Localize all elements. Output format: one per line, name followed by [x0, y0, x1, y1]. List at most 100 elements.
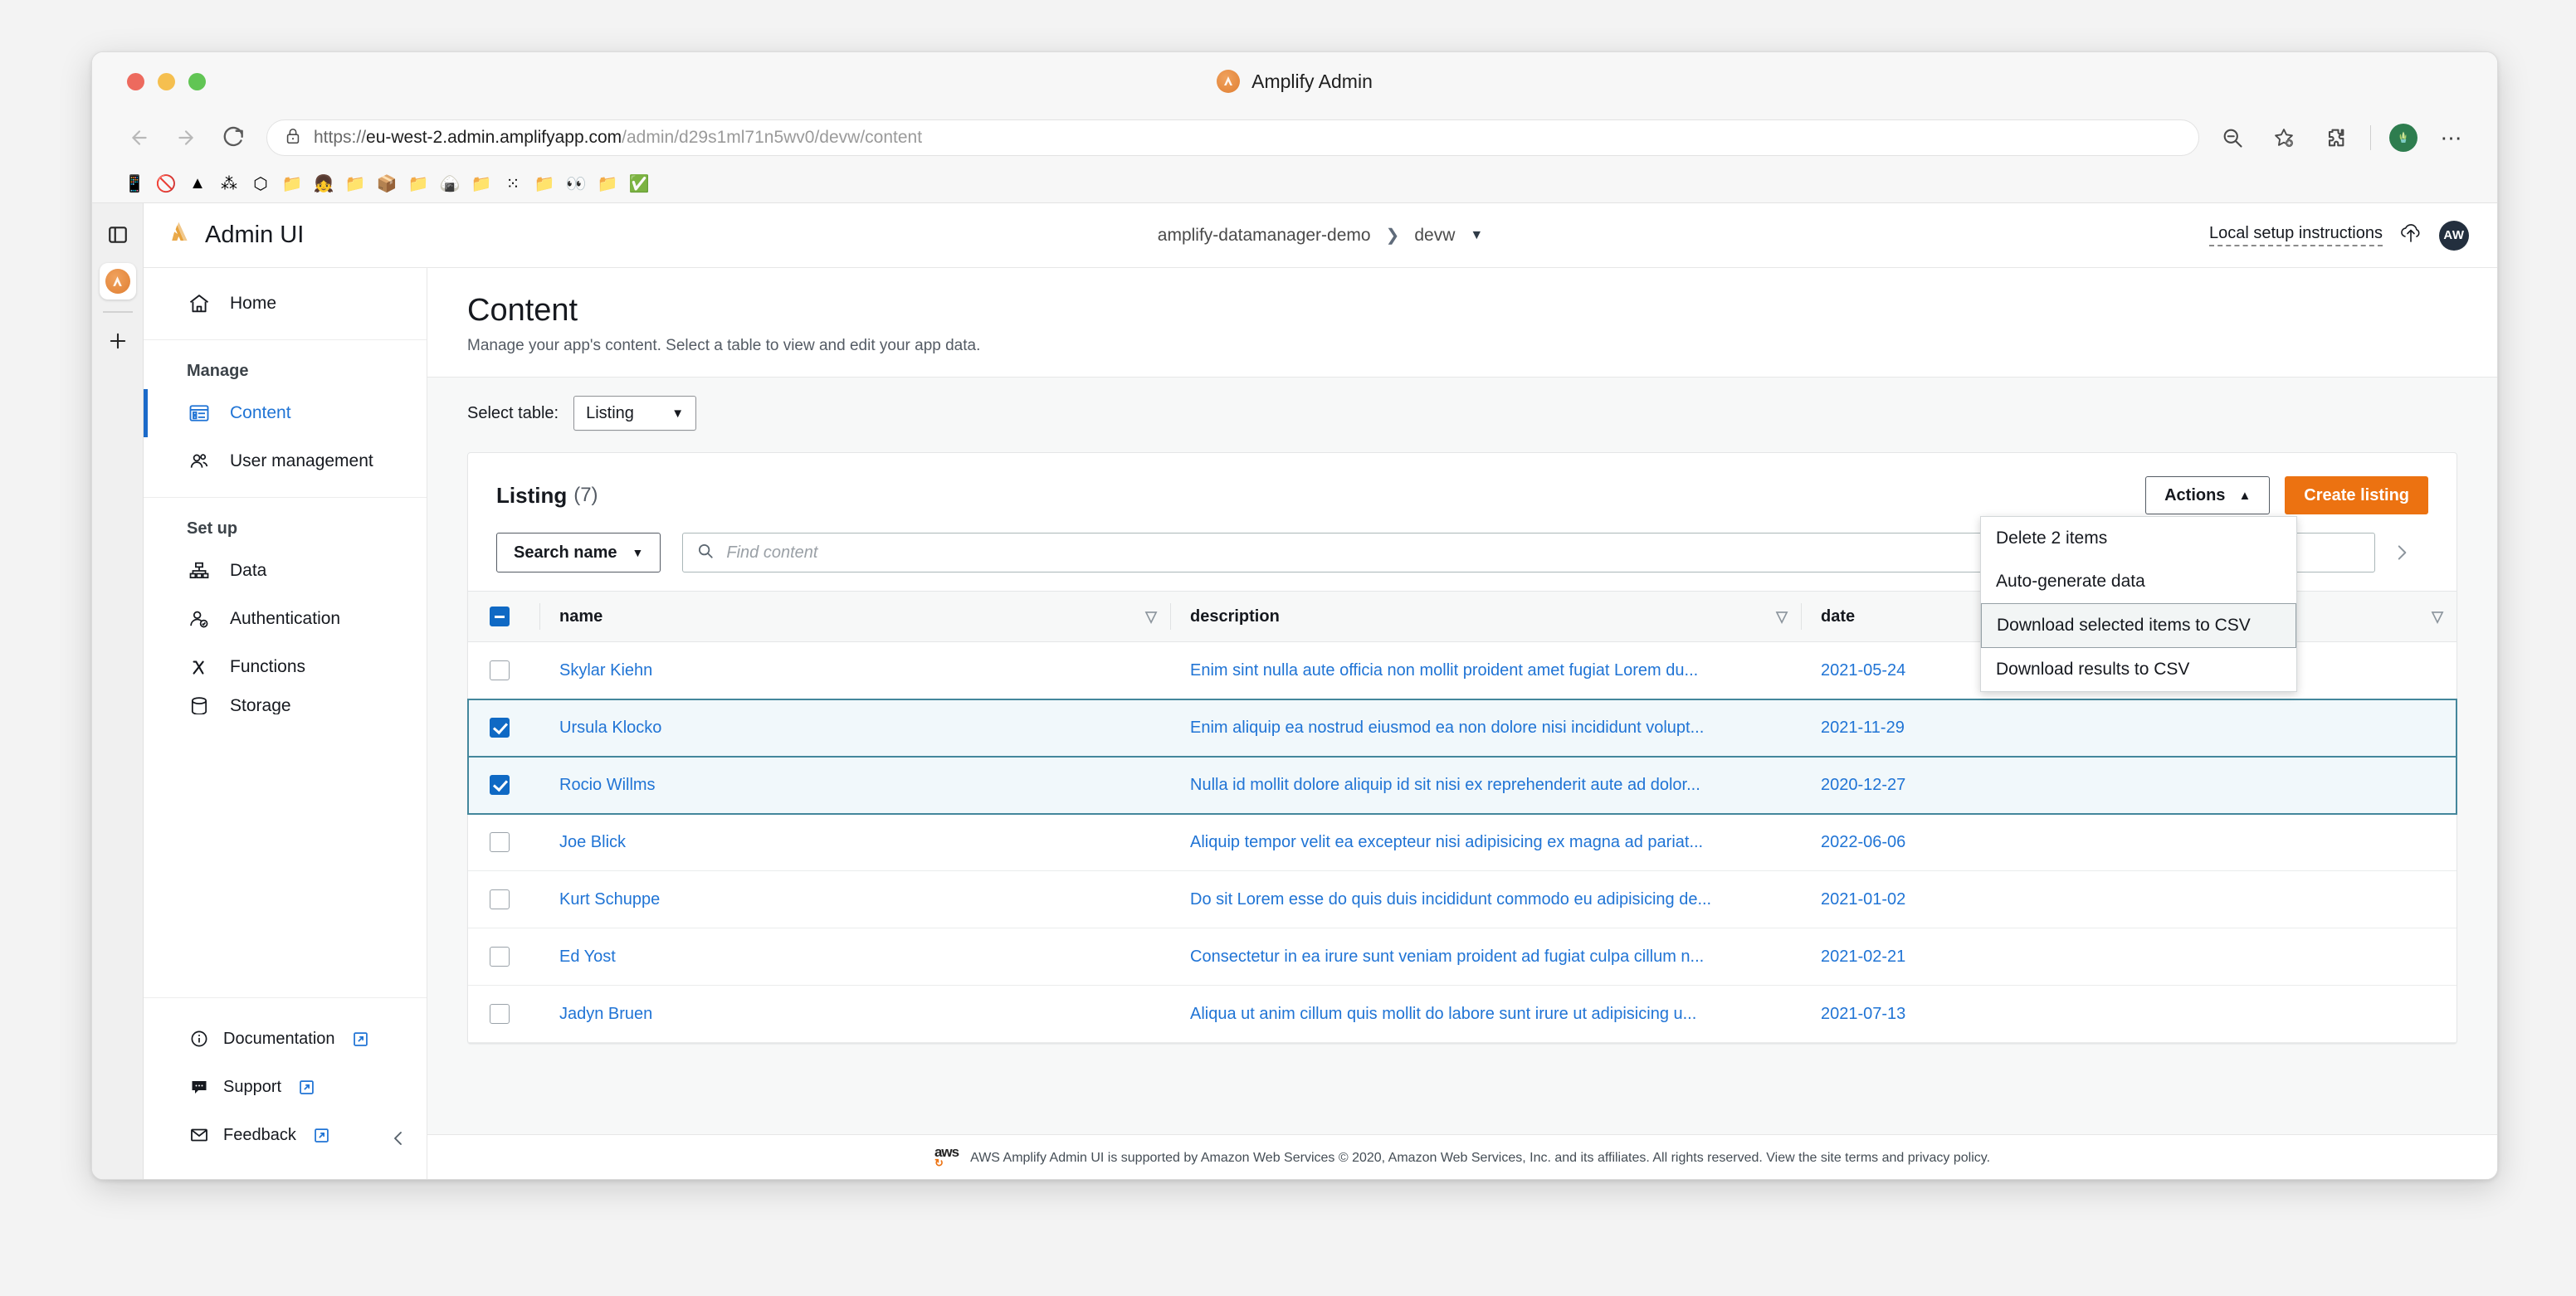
row-description-cell[interactable]: Aliqua ut anim cillum quis mollit do lab… [1170, 985, 1801, 1043]
sidebar-item-user-management[interactable]: User management [144, 437, 427, 485]
profile-avatar[interactable] [2389, 124, 2417, 152]
bookmark-folder-4-icon[interactable]: 📁 [467, 170, 495, 198]
row-date-cell[interactable]: 2021-01-02 [1801, 870, 2456, 928]
sidebar-item-data[interactable]: Data [144, 547, 427, 595]
actions-menu-item[interactable]: Delete 2 items [1981, 517, 2296, 560]
row-name-cell[interactable]: Joe Blick [539, 813, 1170, 871]
sidebar-toggle-icon[interactable] [101, 218, 134, 251]
row-description-cell[interactable]: Do sit Lorem esse do quis duis incididun… [1170, 870, 1801, 928]
next-page-button[interactable] [2375, 540, 2428, 565]
sidebar-collapse-icon[interactable] [388, 1127, 408, 1156]
more-options-icon[interactable]: ⋯ [2436, 121, 2469, 154]
sort-icon[interactable]: ▽ [1776, 608, 1788, 626]
row-checkbox[interactable] [490, 832, 510, 852]
sidebar-item-documentation[interactable]: Documentation [144, 1015, 427, 1063]
sidebar-item-feedback[interactable]: Feedback [144, 1111, 427, 1159]
minimize-window-button[interactable] [158, 72, 175, 90]
back-button[interactable] [120, 119, 159, 157]
zoom-out-icon[interactable] [2216, 121, 2249, 154]
table-row[interactable]: Jadyn Bruen Aliqua ut anim cillum quis mo… [468, 985, 2456, 1043]
bookmark-folder-1-icon[interactable]: 📁 [278, 170, 306, 198]
row-checkbox[interactable] [490, 660, 510, 680]
actions-menu-item[interactable]: Auto-generate data [1981, 560, 2296, 603]
bookmark-blocked-icon[interactable]: 🚫 [152, 170, 180, 198]
table-row[interactable]: Kurt Schuppe Do sit Lorem esse do quis du… [468, 870, 2456, 928]
sidebar-item-home[interactable]: Home [144, 280, 427, 328]
local-setup-instructions-link[interactable]: Local setup instructions [2208, 224, 2383, 246]
bookmark-package-icon[interactable]: 📦 [373, 170, 401, 198]
bookmark-phone-icon[interactable]: 📱 [120, 170, 149, 198]
app-logo-block[interactable]: Admin UI [167, 220, 304, 251]
row-date-cell[interactable]: 2020-12-27 [1801, 756, 2456, 814]
row-date-cell[interactable]: 2021-02-21 [1801, 928, 2456, 986]
column-header-description[interactable]: description ▽ [1170, 591, 1801, 642]
maximize-window-button[interactable] [188, 72, 206, 90]
sidebar-item-support[interactable]: Support [144, 1063, 427, 1111]
table-row[interactable]: Rocio Willms Nulla id mollit dolore aliqu… [467, 755, 2457, 815]
select-all-checkbox[interactable] [490, 607, 510, 626]
row-description-cell[interactable]: Consectetur in ea irure sunt veniam proi… [1170, 928, 1801, 986]
cloud-upload-icon[interactable] [2398, 222, 2424, 249]
row-description-cell[interactable]: Enim aliquip ea nostrud eiusmod ea non d… [1170, 699, 1801, 757]
user-avatar[interactable]: AW [2439, 220, 2469, 251]
column-header-name[interactable]: name ▽ [539, 591, 1170, 642]
table-row[interactable]: Ed Yost Consectetur in ea irure sunt veni… [468, 928, 2456, 986]
breadcrumb-environment[interactable]: devw [1414, 226, 1455, 246]
bookmark-folder-5-icon[interactable]: 📁 [530, 170, 559, 198]
sidebar-item-storage[interactable]: Storage [144, 691, 427, 714]
table-row[interactable]: Joe Blick Aliquip tempor velit ea excepte… [468, 813, 2456, 871]
row-name-cell[interactable]: Jadyn Bruen [539, 985, 1170, 1043]
bookmark-amplify-icon[interactable]: ▲ [183, 170, 212, 198]
create-listing-button[interactable]: Create listing [2285, 476, 2428, 514]
row-checkbox[interactable] [490, 947, 510, 967]
table-select-dropdown[interactable]: Listing ▼ [573, 396, 697, 431]
row-name-cell[interactable]: Skylar Kiehn [539, 641, 1170, 699]
sidebar-item-functions[interactable]: Functions [144, 643, 427, 691]
bookmark-folder-3-icon[interactable]: 📁 [404, 170, 432, 198]
row-checkbox[interactable] [490, 775, 510, 795]
search-field-selector[interactable]: Search name ▼ [496, 533, 661, 572]
row-description-cell[interactable]: Nulla id mollit dolore aliquip id sit ni… [1170, 756, 1801, 814]
row-description-cell[interactable]: Aliquip tempor velit ea excepteur nisi a… [1170, 813, 1801, 871]
row-name-cell[interactable]: Kurt Schuppe [539, 870, 1170, 928]
bookmark-person-icon[interactable]: 👧 [310, 170, 338, 198]
close-window-button[interactable] [127, 72, 144, 90]
sort-icon[interactable]: ▽ [2432, 608, 2443, 626]
row-checkbox[interactable] [490, 718, 510, 738]
row-description-cell[interactable]: Enim sint nulla aute officia non mollit … [1170, 641, 1801, 699]
row-checkbox[interactable] [490, 889, 510, 909]
sidebar-item-content[interactable]: Content [144, 389, 427, 437]
breadcrumb-app-name[interactable]: amplify-datamanager-demo [1158, 226, 1371, 246]
bookmark-eyes-icon[interactable]: 👀 [562, 170, 590, 198]
row-checkbox[interactable] [490, 1004, 510, 1024]
extensions-icon[interactable] [2319, 121, 2352, 154]
sidebar-item-authentication[interactable]: Authentication [144, 595, 427, 643]
row-name-cell[interactable]: Ursula Klocko [539, 699, 1170, 757]
row-date-cell[interactable]: 2022-06-06 [1801, 813, 2456, 871]
bookmark-rice-icon[interactable]: 🍙 [436, 170, 464, 198]
sidebar-item-feedback-label: Feedback [223, 1125, 296, 1144]
row-name-cell[interactable]: Ed Yost [539, 928, 1170, 986]
actions-menu-item[interactable]: Download selected items to CSV [1981, 603, 2296, 648]
reload-button[interactable] [213, 119, 251, 157]
bookmark-star-icon[interactable] [2267, 121, 2300, 154]
row-date-cell[interactable]: 2021-11-29 [1801, 699, 2456, 757]
new-tab-icon[interactable] [101, 324, 134, 358]
bookmark-folder-6-icon[interactable]: 📁 [593, 170, 622, 198]
bookmark-folder-2-icon[interactable]: 📁 [341, 170, 369, 198]
row-name-cell[interactable]: Rocio Willms [539, 756, 1170, 814]
bookmark-gem-icon[interactable]: ⬡ [246, 170, 275, 198]
sort-icon[interactable]: ▽ [1145, 608, 1157, 626]
url-path: /admin/d29s1ml71n5wv0/devw/content [622, 128, 923, 147]
bookmark-check-icon[interactable]: ✅ [625, 170, 653, 198]
forward-button[interactable] [167, 119, 205, 157]
bookmark-cluster-icon[interactable]: ⁂ [215, 170, 243, 198]
breadcrumb-chevron-down-icon[interactable]: ▼ [1470, 228, 1483, 243]
actions-button[interactable]: Actions ▲ [2145, 476, 2271, 514]
pinned-tab-amplify[interactable] [99, 263, 136, 300]
row-date-cell[interactable]: 2021-07-13 [1801, 985, 2456, 1043]
actions-menu-item[interactable]: Download results to CSV [1981, 648, 2296, 691]
address-bar[interactable]: https://eu-west-2.admin.amplifyapp.com/a… [266, 119, 2199, 156]
table-row[interactable]: Ursula Klocko Enim aliquip ea nostrud eiu… [467, 698, 2457, 758]
bookmark-dots-icon[interactable]: ⁙ [499, 170, 527, 198]
